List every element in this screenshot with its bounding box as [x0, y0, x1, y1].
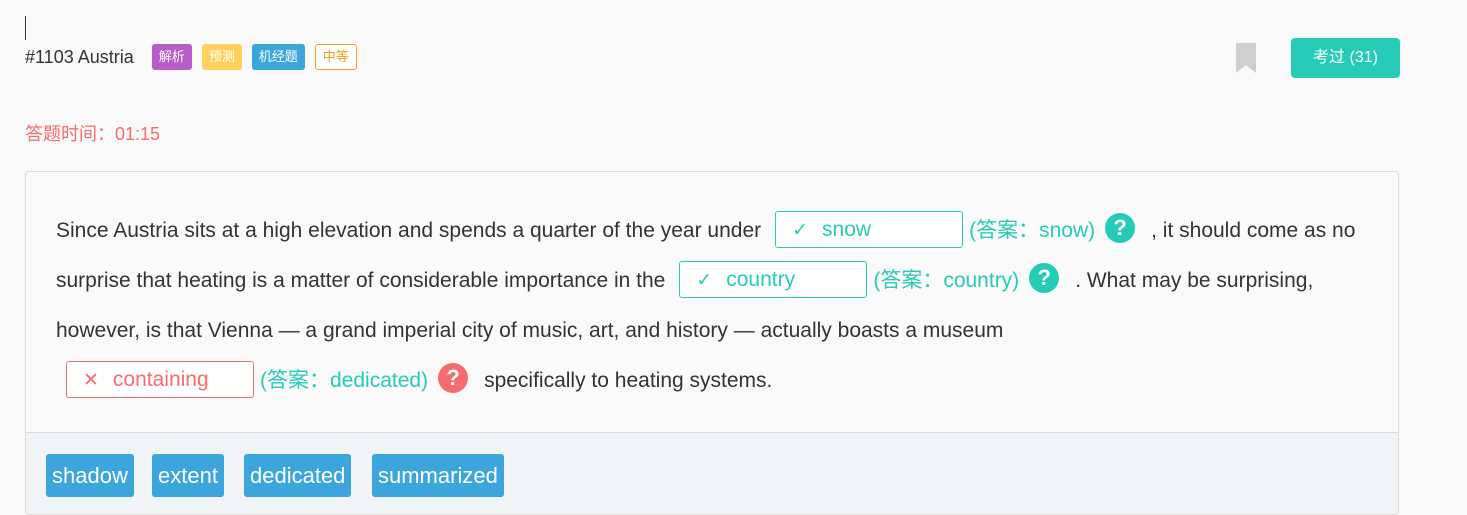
question-card: Since Austria sits at a high elevation a… [25, 171, 1399, 515]
word-option-summarized[interactable]: summarized [372, 454, 504, 497]
tag-prediction[interactable]: 预测 [201, 44, 242, 70]
question-header: #1103 Austria 解析 预测 机经题 中等 [25, 44, 367, 70]
blank-2-value: country [726, 267, 796, 291]
answer-timer: 答题时间：01:15 [25, 124, 161, 144]
help-icon[interactable]: ? [1105, 213, 1136, 244]
word-option-extent[interactable]: extent [152, 454, 224, 497]
question-title: #1103 Austria [25, 46, 134, 67]
blank-3-input[interactable]: ✕ containing [66, 360, 254, 398]
tag-difficulty: 中等 [314, 44, 357, 70]
help-icon[interactable]: ? [1029, 263, 1060, 294]
passage-text: Since Austria sits at a high elevation a… [56, 206, 1376, 406]
passage-segment: specifically to heating systems. [484, 369, 773, 392]
passage-segment: Since Austria sits at a high elevation a… [56, 219, 762, 242]
check-icon: ✓ [792, 219, 809, 241]
blank-1-input[interactable]: ✓ snow [775, 210, 964, 248]
done-count-button[interactable]: 考过 (31) [1291, 38, 1400, 78]
tag-exam-question[interactable]: 机经题 [251, 44, 305, 70]
blank-2-input[interactable]: ✓ country [679, 260, 868, 298]
blank-3-answer: (答案：dedicated) [260, 369, 429, 392]
check-icon: ✓ [696, 269, 713, 291]
word-option-dedicated[interactable]: dedicated [244, 454, 352, 497]
blank-2-answer: (答案：country) [873, 269, 1020, 292]
text-cursor [25, 16, 26, 40]
tag-analysis[interactable]: 解析 [151, 44, 192, 70]
help-icon[interactable]: ? [438, 363, 469, 394]
word-bank: shadow extent dedicated summarized [26, 432, 1398, 514]
cross-icon: ✕ [83, 369, 99, 391]
bookmark-icon[interactable] [1236, 43, 1256, 73]
word-option-shadow[interactable]: shadow [46, 454, 134, 497]
blank-1-answer: (答案：snow) [969, 219, 1096, 242]
blank-1-value: snow [822, 217, 872, 241]
blank-3-value: containing [112, 367, 209, 391]
